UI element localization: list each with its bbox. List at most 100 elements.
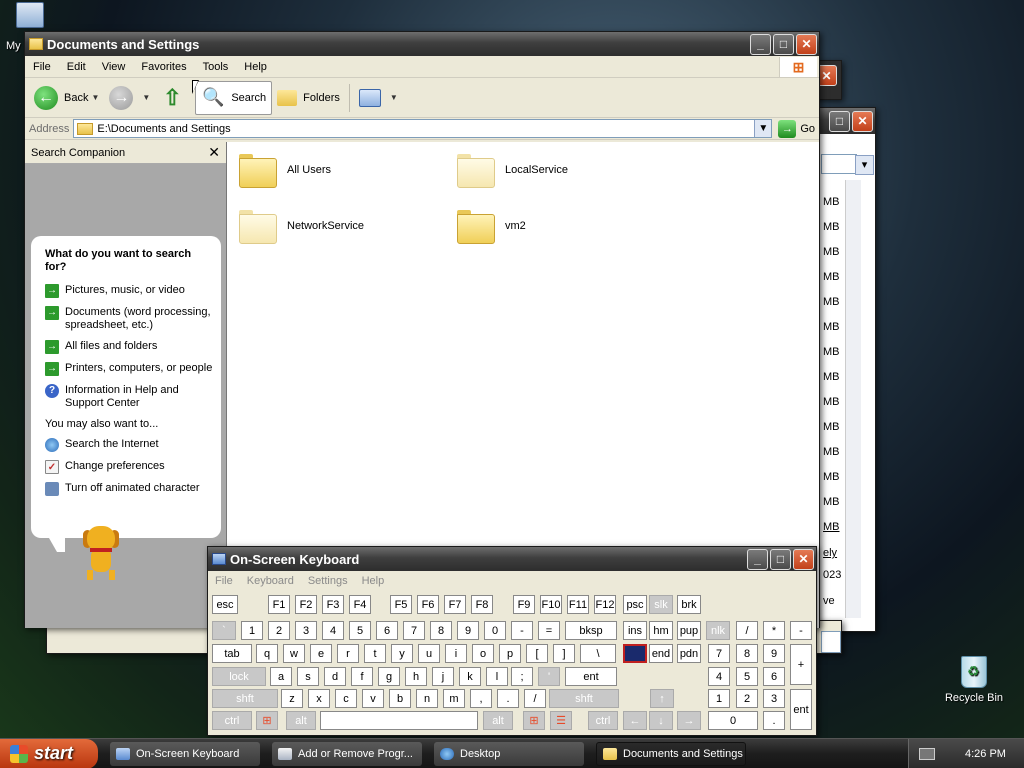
key[interactable]: psc — [623, 595, 647, 614]
key[interactable]: 0 — [484, 621, 506, 640]
key[interactable]: u — [418, 644, 440, 663]
key[interactable]: 1 — [708, 689, 730, 708]
osk-menu-settings[interactable]: Settings — [301, 575, 355, 587]
key[interactable]: ← — [623, 711, 647, 730]
maximize-icon[interactable]: □ — [770, 548, 791, 570]
close-icon[interactable]: ✕ — [793, 548, 814, 570]
key[interactable]: ↑ — [650, 689, 674, 708]
recycle-bin-icon[interactable]: Recycle Bin — [944, 656, 1004, 704]
partial-link[interactable]: ely — [823, 547, 837, 559]
scrollbar[interactable] — [845, 180, 861, 618]
key[interactable]: F7 — [444, 595, 466, 614]
key[interactable]: v — [362, 689, 384, 708]
dog-character-icon[interactable] — [77, 526, 125, 584]
close-icon[interactable]: ✕ — [796, 33, 817, 55]
windows-key-icon[interactable]: ⊞ — [256, 711, 278, 730]
clock[interactable]: 4:26 PM — [965, 748, 1006, 760]
key[interactable]: shft — [212, 689, 278, 708]
key[interactable]: 2 — [268, 621, 290, 640]
key[interactable]: F1 — [268, 595, 290, 614]
minimize-icon[interactable]: _ — [750, 33, 771, 55]
key[interactable]: y — [391, 644, 413, 663]
key[interactable]: F11 — [567, 595, 589, 614]
key[interactable]: ctrl — [588, 711, 618, 730]
key[interactable]: 7 — [403, 621, 425, 640]
key[interactable]: 3 — [295, 621, 317, 640]
menu-key-icon[interactable]: ☰ — [550, 711, 572, 730]
key[interactable]: 4 — [322, 621, 344, 640]
key[interactable]: → — [677, 711, 701, 730]
key[interactable]: 6 — [763, 667, 785, 686]
key[interactable]: i — [445, 644, 467, 663]
key[interactable]: j — [432, 667, 454, 686]
key[interactable]: x — [308, 689, 330, 708]
forward-button[interactable]: → ▼ — [104, 81, 155, 115]
key[interactable]: 3 — [763, 689, 785, 708]
key[interactable]: alt — [483, 711, 513, 730]
views-button[interactable]: ▼ — [354, 81, 403, 115]
key[interactable]: slk — [649, 595, 673, 614]
key[interactable]: / — [736, 621, 758, 640]
key[interactable]: l — [486, 667, 508, 686]
also-option-character[interactable]: Turn off animated character — [45, 482, 213, 496]
menu-favorites[interactable]: Favorites — [133, 61, 194, 73]
key[interactable]: ] — [553, 644, 575, 663]
key[interactable]: p — [499, 644, 521, 663]
key[interactable]: F3 — [322, 595, 344, 614]
key[interactable]: ' — [538, 667, 560, 686]
folder-all-users[interactable]: All Users — [239, 154, 331, 188]
key[interactable]: F6 — [417, 595, 439, 614]
close-icon[interactable]: ✕ — [208, 144, 220, 161]
key[interactable]: alt — [286, 711, 316, 730]
key[interactable]: ent — [790, 689, 812, 730]
key[interactable]: d — [324, 667, 346, 686]
osk-menu-keyboard[interactable]: Keyboard — [240, 575, 301, 587]
sort-dropdown[interactable] — [821, 154, 874, 175]
search-option-pictures[interactable]: → Pictures, music, or video — [45, 284, 213, 298]
key[interactable]: 0 — [708, 711, 758, 730]
menu-tools[interactable]: Tools — [195, 61, 237, 73]
folders-button[interactable]: Folders — [272, 81, 345, 115]
key[interactable]: \ — [580, 644, 616, 663]
key[interactable]: 5 — [349, 621, 371, 640]
also-option-internet[interactable]: Search the Internet — [45, 438, 213, 452]
key[interactable]: 6 — [376, 621, 398, 640]
key[interactable]: w — [283, 644, 305, 663]
key[interactable]: F9 — [513, 595, 535, 614]
key[interactable]: ; — [511, 667, 533, 686]
key[interactable]: g — [378, 667, 400, 686]
key[interactable]: 8 — [430, 621, 452, 640]
key[interactable]: brk — [677, 595, 701, 614]
key[interactable]: F8 — [471, 595, 493, 614]
minimize-icon[interactable]: _ — [747, 548, 768, 570]
key[interactable]: 9 — [457, 621, 479, 640]
folder-localservice[interactable]: LocalService — [457, 154, 568, 188]
key[interactable]: pdn — [677, 644, 701, 663]
key[interactable]: 2 — [736, 689, 758, 708]
key[interactable]: 1 — [241, 621, 263, 640]
task-on-screen-keyboard[interactable]: On-Screen Keyboard — [110, 741, 260, 766]
key[interactable]: * — [763, 621, 785, 640]
key[interactable]: ins — [623, 621, 647, 640]
key[interactable]: F5 — [390, 595, 412, 614]
key[interactable]: n — [416, 689, 438, 708]
search-option-printers[interactable]: → Printers, computers, or people — [45, 362, 213, 376]
key[interactable]: hm — [649, 621, 673, 640]
menu-file[interactable]: File — [25, 61, 59, 73]
menu-view[interactable]: View — [94, 61, 134, 73]
key[interactable]: r — [337, 644, 359, 663]
menu-help[interactable]: Help — [236, 61, 275, 73]
key[interactable]: bksp — [565, 621, 617, 640]
task-add-remove-programs[interactable]: Add or Remove Progr... — [272, 741, 422, 766]
search-option-all-files[interactable]: → All files and folders — [45, 340, 213, 354]
key[interactable]: / — [524, 689, 546, 708]
key[interactable]: 5 — [736, 667, 758, 686]
key[interactable]: k — [459, 667, 481, 686]
folder-vm2[interactable]: vm2 — [457, 210, 526, 244]
key[interactable]: t — [364, 644, 386, 663]
key[interactable]: . — [763, 711, 785, 730]
key[interactable]: lock — [212, 667, 266, 686]
chevron-down-icon[interactable]: ▼ — [142, 93, 150, 102]
key[interactable]: = — [538, 621, 560, 640]
menu-edit[interactable]: Edit — [59, 61, 94, 73]
